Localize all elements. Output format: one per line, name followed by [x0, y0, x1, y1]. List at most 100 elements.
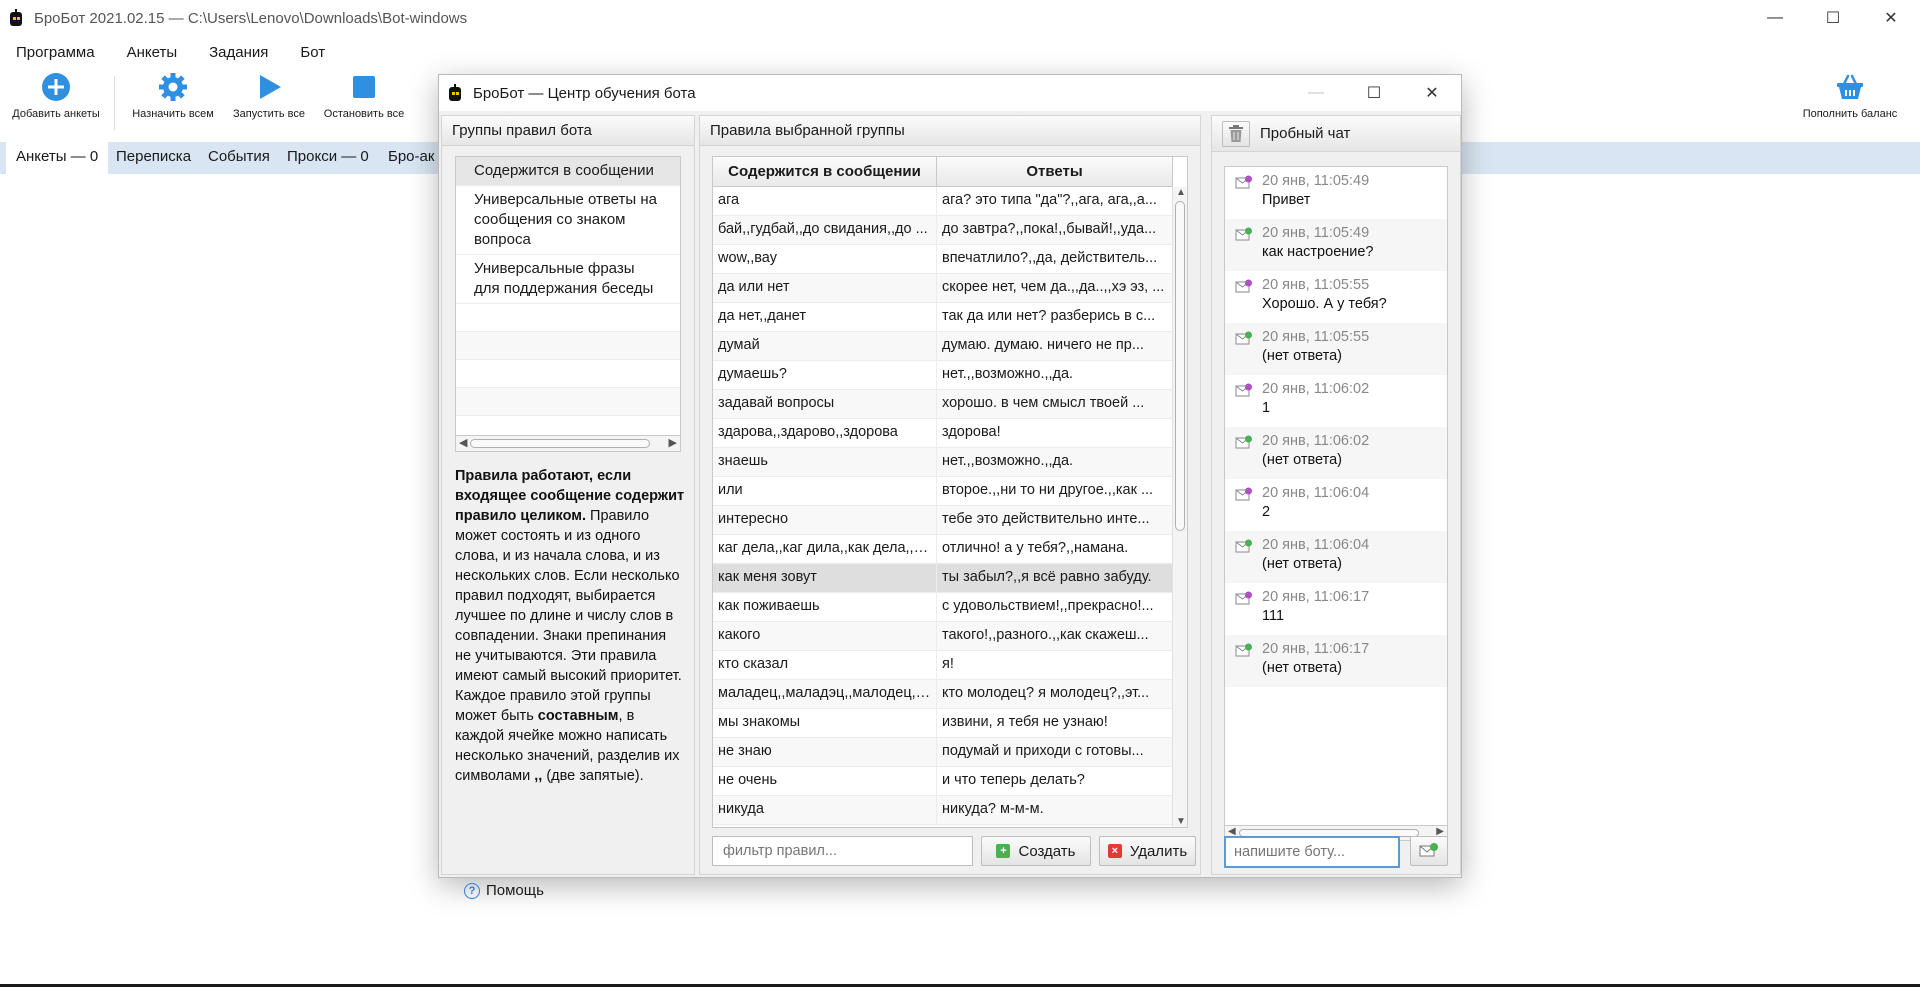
tab-events[interactable]: События	[198, 142, 280, 174]
menu-tasks[interactable]: Задания	[193, 38, 284, 68]
table-row[interactable]: интересно тебе это действительно инте...	[713, 506, 1173, 535]
tab-bro-accounts[interactable]: Бро-ак	[378, 142, 444, 174]
table-row[interactable]: мы знакомы извини, я тебя не узнаю!	[713, 709, 1173, 738]
rule-contains-cell[interactable]: или	[713, 477, 937, 505]
table-row[interactable]: каг дела,,каг дила,,как дела,,к... отличн…	[713, 535, 1173, 564]
groups-horizontal-scrollbar[interactable]: ◀ ▶	[455, 436, 681, 452]
scrollbar-thumb[interactable]	[470, 439, 650, 448]
table-row[interactable]: как поживаешь с удовольствием!,,прекрасно…	[713, 593, 1173, 622]
rule-contains-cell[interactable]: каг дела,,каг дила,,как дела,,к...	[713, 535, 937, 563]
rule-contains-cell[interactable]: как поживаешь	[713, 593, 937, 621]
rule-contains-cell[interactable]: wow,,вау	[713, 245, 937, 273]
table-row[interactable]: как меня зовут ты забыл?,,я всё равно заб…	[713, 564, 1173, 593]
rule-contains-cell[interactable]: думай	[713, 332, 937, 360]
column-header-answers[interactable]: Ответы	[937, 157, 1173, 186]
tab-proxies[interactable]: Прокси — 0	[277, 142, 379, 174]
add-profiles-button[interactable]: Добавить анкеты	[12, 72, 100, 120]
table-row[interactable]: кто сказал я!	[713, 651, 1173, 680]
rule-contains-cell[interactable]: да нет,,данет	[713, 303, 937, 331]
scroll-left-icon[interactable]: ◀	[459, 436, 467, 449]
create-rule-button[interactable]: + Создать	[981, 836, 1091, 866]
dialog-close-button[interactable]: ✕	[1403, 75, 1461, 111]
group-item[interactable]: Содержится в сообщении	[456, 157, 680, 186]
rule-answers-cell[interactable]: отлично! а у тебя?,,намана.	[937, 535, 1173, 563]
table-row[interactable]: ага ага? это типа "да"?,,ага, ага,,а...	[713, 187, 1173, 216]
menu-bot[interactable]: Бот	[284, 38, 341, 68]
table-row[interactable]: wow,,вау впечатлило?,,да, действитель...	[713, 245, 1173, 274]
minimize-button[interactable]: —	[1746, 0, 1804, 36]
rule-answers-cell[interactable]: так да или нет? разберись в с...	[937, 303, 1173, 331]
assign-all-button[interactable]: Назначить всем	[128, 72, 218, 120]
stop-all-button[interactable]: Остановить все	[318, 72, 410, 120]
rule-answers-cell[interactable]: с удовольствием!,,прекрасно!...	[937, 593, 1173, 621]
rule-answers-cell[interactable]: скорее нет, чем да.,,да..,,хэ эз, ...	[937, 274, 1173, 302]
close-button[interactable]: ✕	[1862, 0, 1920, 36]
rules-vertical-scrollbar[interactable]: ▲ ▼	[1172, 187, 1187, 827]
menu-profiles[interactable]: Анкеты	[111, 38, 194, 68]
scroll-up-icon[interactable]: ▲	[1176, 187, 1186, 198]
table-row[interactable]: знаешь нет.,,возможно.,,да.	[713, 448, 1173, 477]
rule-answers-cell[interactable]: второе.,,ни то ни другое.,,как ...	[937, 477, 1173, 505]
scroll-down-icon[interactable]: ▼	[1176, 816, 1186, 827]
rule-contains-cell[interactable]: задавай вопросы	[713, 390, 937, 418]
rule-contains-cell[interactable]: знаешь	[713, 448, 937, 476]
tab-profiles[interactable]: Анкеты — 0	[6, 142, 109, 174]
rule-answers-cell[interactable]: я!	[937, 651, 1173, 679]
group-item[interactable]: Универсальные фразы для поддержания бесе…	[456, 255, 680, 304]
table-row[interactable]: да нет,,данет так да или нет? разберись в…	[713, 303, 1173, 332]
rule-answers-cell[interactable]: никуда? м-м-м.	[937, 796, 1173, 824]
rule-answers-cell[interactable]: нет.,,возможно.,,да.	[937, 448, 1173, 476]
rule-answers-cell[interactable]: и что теперь делать?	[937, 767, 1173, 795]
rule-contains-cell[interactable]: мы знакомы	[713, 709, 937, 737]
table-row[interactable]: да или нет скорее нет, чем да.,,да..,,хэ …	[713, 274, 1173, 303]
top-up-balance-button[interactable]: Пополнить баланс	[1800, 72, 1900, 120]
table-row[interactable]: не знаю подумай и приходи с готовы...	[713, 738, 1173, 767]
rule-answers-cell[interactable]: впечатлило?,,да, действитель...	[937, 245, 1173, 273]
table-row[interactable]: никуда никуда? м-м-м.	[713, 796, 1173, 825]
rule-contains-cell[interactable]: какого	[713, 622, 937, 650]
table-row[interactable]: или второе.,,ни то ни другое.,,как ...	[713, 477, 1173, 506]
rule-contains-cell[interactable]: маладец,,маладэц,,малодец,,...	[713, 680, 937, 708]
maximize-button[interactable]: ☐	[1804, 0, 1862, 36]
table-row[interactable]: задавай вопросы хорошо. в чем смысл твоей…	[713, 390, 1173, 419]
rule-answers-cell[interactable]: ты забыл?,,я всё равно забуду.	[937, 564, 1173, 592]
help-button[interactable]: ? Помощь	[464, 882, 544, 899]
rule-answers-cell[interactable]: подумай и приходи с готовы...	[937, 738, 1173, 766]
rule-contains-cell[interactable]: здарова,,здарово,,здорова	[713, 419, 937, 447]
rule-answers-cell[interactable]: до завтра?,,пока!,,бывай!,,уда...	[937, 216, 1173, 244]
chat-message-input[interactable]	[1224, 836, 1400, 868]
scrollbar-thumb[interactable]	[1175, 201, 1185, 531]
rule-contains-cell[interactable]: думаешь?	[713, 361, 937, 389]
rule-contains-cell[interactable]: бай,,гудбай,,до свидания,,до ...	[713, 216, 937, 244]
start-all-button[interactable]: Запустить все	[228, 72, 310, 120]
rule-answers-cell[interactable]: кто молодец? я молодец?,,эт...	[937, 680, 1173, 708]
scroll-right-icon[interactable]: ▶	[669, 436, 677, 449]
dialog-maximize-button[interactable]: ☐	[1345, 75, 1403, 111]
rule-answers-cell[interactable]: хорошо. в чем смысл твоей ...	[937, 390, 1173, 418]
rule-answers-cell[interactable]: здорова!	[937, 419, 1173, 447]
table-row[interactable]: думай думаю. думаю. ничего не пр...	[713, 332, 1173, 361]
table-row[interactable]: думаешь? нет.,,возможно.,,да.	[713, 361, 1173, 390]
rule-contains-cell[interactable]: не очень	[713, 767, 937, 795]
rule-answers-cell[interactable]: ага? это типа "да"?,,ага, ага,,а...	[937, 187, 1173, 215]
table-row[interactable]: какого такого!,,разного.,,как скажеш...	[713, 622, 1173, 651]
send-message-button[interactable]	[1410, 836, 1448, 866]
rule-contains-cell[interactable]: ага	[713, 187, 937, 215]
rule-answers-cell[interactable]: нет.,,возможно.,,да.	[937, 361, 1173, 389]
rule-contains-cell[interactable]: как меня зовут	[713, 564, 937, 592]
table-row[interactable]: бай,,гудбай,,до свидания,,до ... до завтр…	[713, 216, 1173, 245]
tab-correspondence[interactable]: Переписка	[106, 142, 201, 174]
column-header-contains[interactable]: Содержится в сообщении	[713, 157, 937, 186]
table-row[interactable]: не очень и что теперь делать?	[713, 767, 1173, 796]
rule-contains-cell[interactable]: интересно	[713, 506, 937, 534]
clear-chat-button[interactable]	[1222, 120, 1250, 147]
rule-answers-cell[interactable]: думаю. думаю. ничего не пр...	[937, 332, 1173, 360]
rule-answers-cell[interactable]: такого!,,разного.,,как скажеш...	[937, 622, 1173, 650]
rule-answers-cell[interactable]: тебе это действительно инте...	[937, 506, 1173, 534]
rules-filter-input[interactable]	[712, 836, 973, 866]
rule-contains-cell[interactable]: не знаю	[713, 738, 937, 766]
delete-rule-button[interactable]: × Удалить	[1099, 836, 1196, 866]
rule-answers-cell[interactable]: извини, я тебя не узнаю!	[937, 709, 1173, 737]
table-row[interactable]: здарова,,здарово,,здорова здорова!	[713, 419, 1173, 448]
rule-contains-cell[interactable]: никуда	[713, 796, 937, 824]
